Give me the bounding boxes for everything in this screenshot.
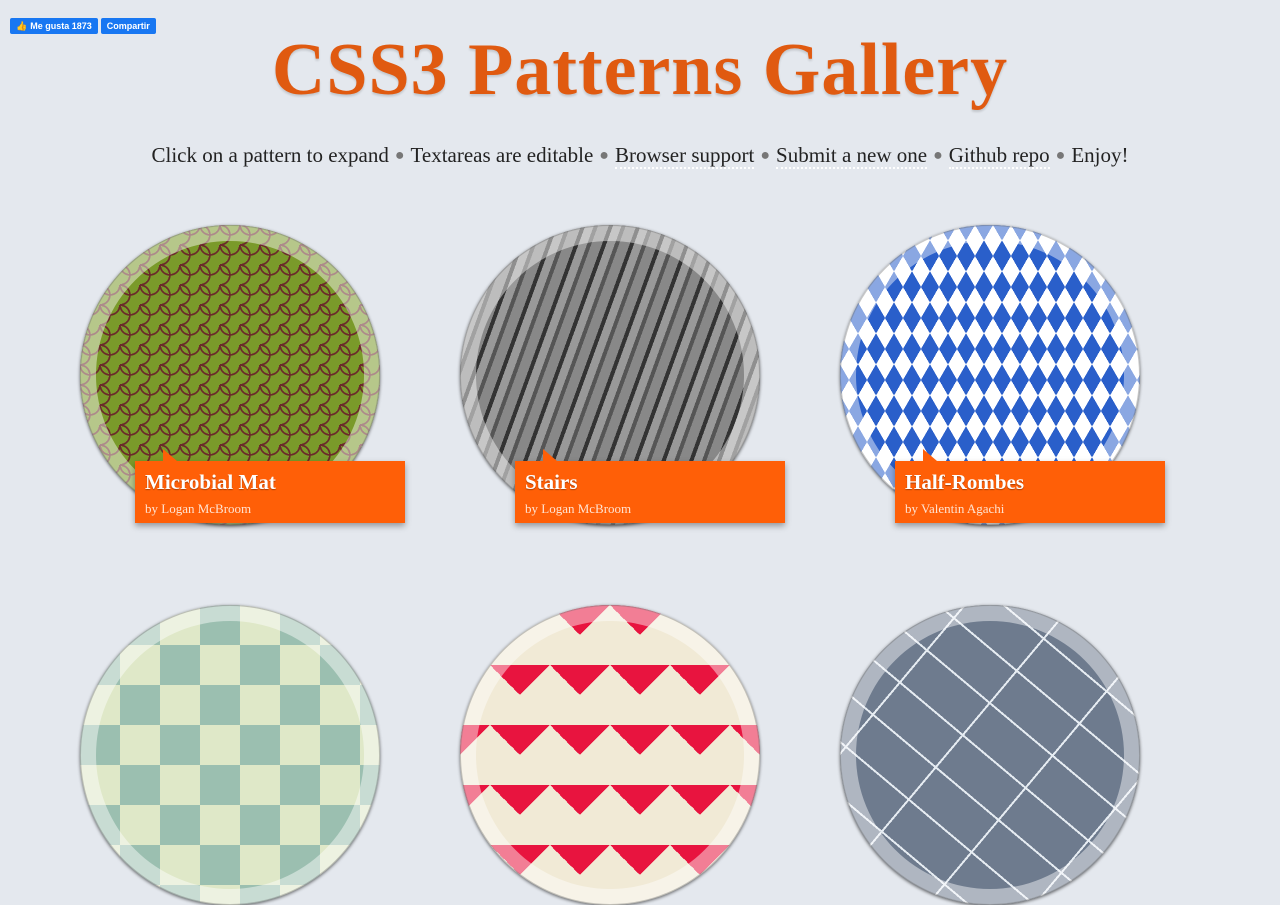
pattern-author: by Logan McBroom [145,501,252,516]
subnav-text-expand: Click on a pattern to expand [151,143,389,167]
subnav-text-enjoy: Enjoy! [1071,143,1129,167]
pattern-item-half-rombes[interactable]: Half-Rombes by Valentin Agachi [840,225,1165,525]
pattern-item-stairs[interactable]: Stairs by Logan McBroom [460,225,785,525]
pattern-item[interactable] [840,605,1140,905]
pattern-item[interactable] [460,605,760,905]
pattern-item-microbial-mat[interactable]: Microbial Mat by Logan McBroom [80,225,405,525]
subnav-separator: ● [394,147,405,164]
subnav-separator: ● [1055,147,1066,164]
pattern-title: Stairs [525,470,578,494]
subnav-separator: ● [760,147,771,164]
pattern-author: by Logan McBroom [525,501,632,516]
subnav-separator: ● [933,147,943,164]
subnav-text-editable: Textareas are editable [410,143,594,167]
pattern-author: by Valentin Agachi [905,501,1005,516]
pattern-caption[interactable]: Microbial Mat by Logan McBroom [135,449,405,523]
github-repo-link[interactable]: Github repo [948,143,1050,169]
subnav: Click on a pattern to expand ● Textareas a… [0,143,1280,169]
browser-support-link[interactable]: Browser support [614,143,755,169]
pattern-item[interactable] [80,605,380,905]
pattern-title: Half-Rombes [905,470,1024,494]
pattern-preview[interactable] [840,605,1140,905]
pattern-preview[interactable] [80,605,380,905]
subnav-separator: ● [599,147,609,164]
submit-link[interactable]: Submit a new one [776,143,928,169]
pattern-caption[interactable]: Half-Rombes by Valentin Agachi [895,449,1165,523]
page-title: CSS3 Patterns Gallery [271,29,1009,111]
pattern-title: Microbial Mat [145,470,276,494]
pattern-preview[interactable] [460,605,760,905]
pattern-caption[interactable]: Stairs by Logan McBroom [515,449,785,523]
